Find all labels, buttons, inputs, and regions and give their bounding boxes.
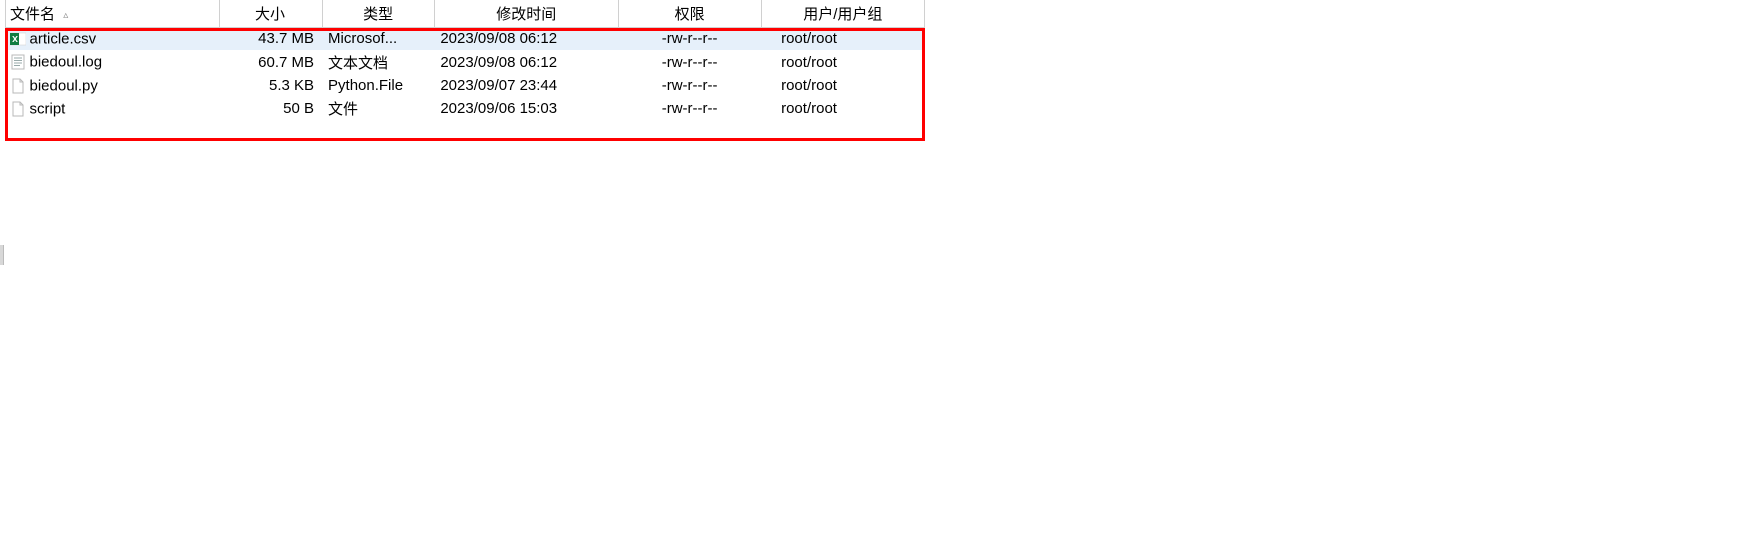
cell-owner: root/root	[761, 28, 924, 50]
cell-modified: 2023/09/06 15:03	[434, 96, 618, 121]
cell-modified: 2023/09/07 23:44	[434, 75, 618, 97]
table-row[interactable]: biedoul.log 60.7 MB文本文档2023/09/08 06:12-r…	[6, 50, 925, 75]
file-icon	[10, 78, 26, 94]
cell-permissions: -rw-r--r--	[618, 28, 761, 50]
excel-icon	[10, 31, 26, 47]
cell-type: 文件	[322, 96, 434, 121]
cell-size: 5.3 KB	[220, 75, 322, 97]
table-row[interactable]: script 50 B文件2023/09/06 15:03-rw-r--r--ro…	[6, 96, 925, 121]
cell-name[interactable]: script	[6, 96, 220, 121]
cell-owner: root/root	[761, 96, 924, 121]
file-name-label: article.csv	[30, 31, 97, 48]
header-type[interactable]: 类型	[322, 0, 434, 28]
cell-size: 43.7 MB	[220, 28, 322, 50]
cell-owner: root/root	[761, 75, 924, 97]
header-name-label: 文件名	[10, 6, 55, 23]
cell-owner: root/root	[761, 50, 924, 75]
cell-modified: 2023/09/08 06:12	[434, 50, 618, 75]
cell-type: Python.File	[322, 75, 434, 97]
header-modified[interactable]: 修改时间	[434, 0, 618, 28]
cell-permissions: -rw-r--r--	[618, 75, 761, 97]
cell-name[interactable]: biedoul.py	[6, 75, 220, 97]
cell-type: Microsof...	[322, 28, 434, 50]
cell-permissions: -rw-r--r--	[618, 96, 761, 121]
file-table: 文件名 ▵ 大小 类型 修改时间 权限 用户/用户组 article.csv 43…	[5, 0, 925, 121]
file-list-panel: 文件名 ▵ 大小 类型 修改时间 权限 用户/用户组 article.csv 43…	[5, 0, 925, 121]
file-icon	[10, 101, 26, 117]
header-modified-label: 修改时间	[496, 6, 556, 23]
header-owner[interactable]: 用户/用户组	[761, 0, 924, 28]
file-name-label: biedoul.py	[30, 77, 98, 94]
file-name-label: biedoul.log	[30, 54, 103, 71]
header-owner-label: 用户/用户组	[803, 6, 882, 23]
panel-resize-handle[interactable]	[0, 245, 4, 265]
cell-permissions: -rw-r--r--	[618, 50, 761, 75]
header-size-label: 大小	[255, 6, 285, 23]
header-permissions-label: 权限	[675, 6, 705, 23]
table-row[interactable]: biedoul.py 5.3 KBPython.File2023/09/07 23…	[6, 75, 925, 97]
text-icon	[10, 54, 26, 70]
cell-modified: 2023/09/08 06:12	[434, 28, 618, 50]
cell-name[interactable]: biedoul.log	[6, 50, 220, 75]
header-permissions[interactable]: 权限	[618, 0, 761, 28]
file-name-label: script	[30, 100, 66, 117]
cell-size: 60.7 MB	[220, 50, 322, 75]
sort-asc-icon: ▵	[63, 10, 68, 21]
cell-type: 文本文档	[322, 50, 434, 75]
table-header-row: 文件名 ▵ 大小 类型 修改时间 权限 用户/用户组	[6, 0, 925, 28]
header-size[interactable]: 大小	[220, 0, 322, 28]
header-name[interactable]: 文件名 ▵	[6, 0, 220, 28]
header-type-label: 类型	[363, 6, 393, 23]
cell-name[interactable]: article.csv	[6, 28, 220, 50]
table-row[interactable]: article.csv 43.7 MBMicrosof...2023/09/08 …	[6, 28, 925, 50]
cell-size: 50 B	[220, 96, 322, 121]
